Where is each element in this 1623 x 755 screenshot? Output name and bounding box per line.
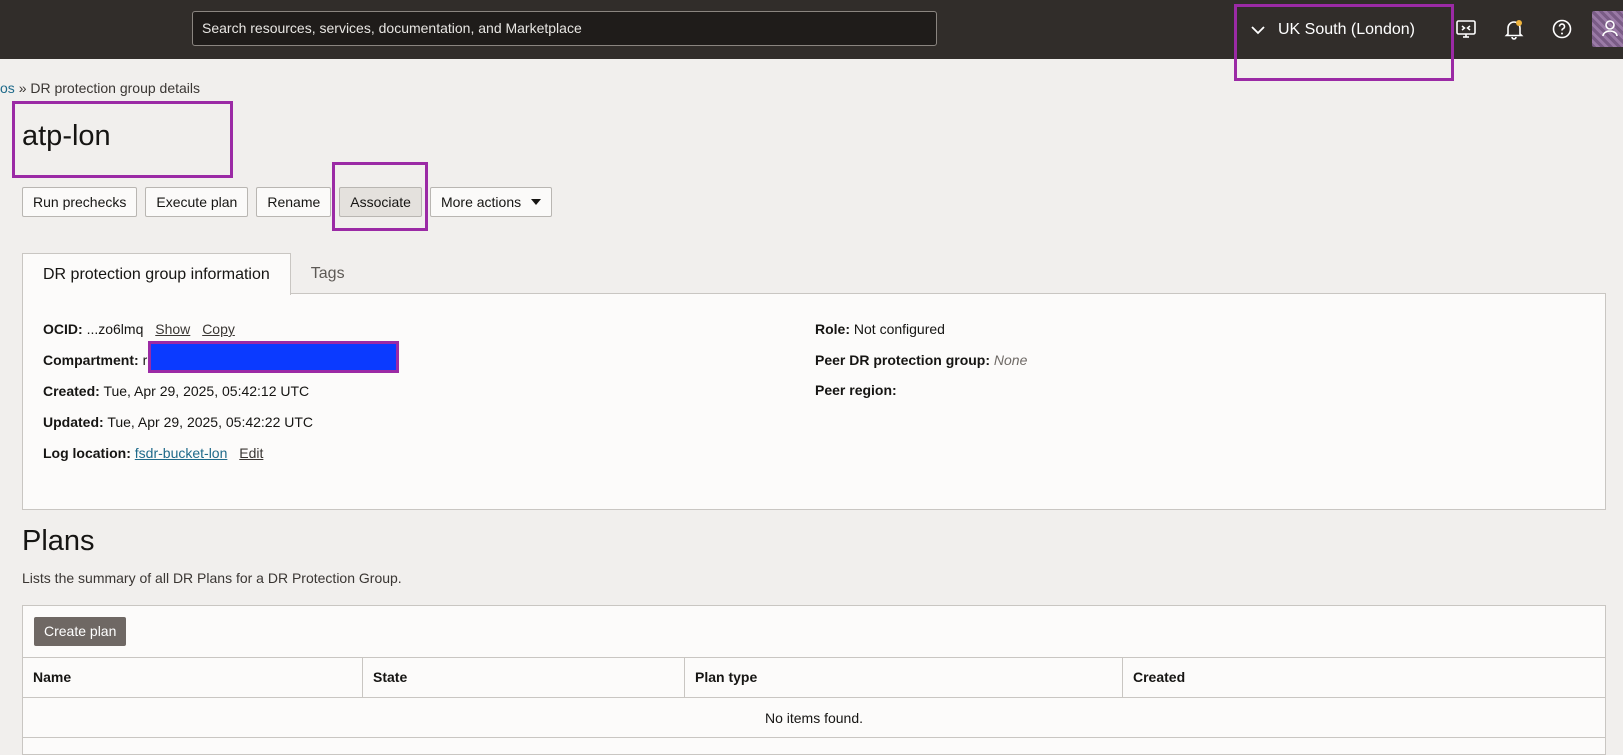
role-row: Role: Not configured <box>815 321 945 337</box>
cloud-shell-icon[interactable] <box>1455 18 1477 40</box>
ocid-row: OCID: ...zo6lmq Show Copy <box>43 321 235 337</box>
column-header-state[interactable]: State <box>363 658 685 697</box>
peer-group-label: Peer DR protection group: <box>815 352 991 368</box>
plans-heading: Plans <box>22 525 95 557</box>
breadcrumb-current: DR protection group details <box>30 80 201 96</box>
highlight-box-compartment <box>148 341 399 373</box>
tab-bar: DR protection group information Tags <box>22 253 365 295</box>
log-location-link[interactable]: fsdr-bucket-lon <box>135 445 228 461</box>
ocid-label: OCID: <box>43 321 83 337</box>
log-location-row: Log location: fsdr-bucket-lon Edit <box>43 445 263 461</box>
role-value: Not configured <box>853 321 945 337</box>
created-row: Created: Tue, Apr 29, 2025, 05:42:12 UTC <box>43 383 309 399</box>
updated-value: Tue, Apr 29, 2025, 05:42:22 UTC <box>107 414 314 430</box>
run-prechecks-button[interactable]: Run prechecks <box>22 187 138 217</box>
column-header-name[interactable]: Name <box>23 658 363 697</box>
plans-table-panel: Create plan Name State Plan type Created… <box>22 605 1606 755</box>
compartment-value[interactable]: r <box>143 352 148 368</box>
peer-region-label: Peer region: <box>815 382 897 398</box>
ocid-copy-link[interactable]: Copy <box>202 321 235 337</box>
user-icon <box>1602 20 1618 37</box>
compartment-row: Compartment: r <box>43 352 147 368</box>
peer-region-row: Peer region: <box>815 382 897 398</box>
plans-table-header: Name State Plan type Created <box>23 657 1605 698</box>
highlight-box-associate <box>332 162 428 231</box>
create-plan-button[interactable]: Create plan <box>34 617 127 646</box>
column-header-plan-type[interactable]: Plan type <box>685 658 1123 697</box>
tab-dr-protection-group-information[interactable]: DR protection group information <box>22 253 291 295</box>
created-value: Tue, Apr 29, 2025, 05:42:12 UTC <box>103 383 310 399</box>
peer-group-row: Peer DR protection group: None <box>815 352 1027 368</box>
breadcrumb-separator: » <box>18 80 27 96</box>
execute-plan-button[interactable]: Execute plan <box>145 187 249 217</box>
highlight-box-title <box>12 101 233 178</box>
caret-down-icon <box>531 199 542 205</box>
user-avatar-icon[interactable] <box>1592 11 1623 47</box>
log-location-edit-link[interactable]: Edit <box>239 445 263 461</box>
breadcrumb: os » DR protection group details <box>0 80 200 96</box>
search-input[interactable]: Search resources, services, documentatio… <box>192 11 937 46</box>
tab-tags[interactable]: Tags <box>291 253 365 294</box>
ocid-value: ...zo6lmq <box>86 321 144 337</box>
rename-button[interactable]: Rename <box>256 187 332 217</box>
plans-description: Lists the summary of all DR Plans for a … <box>22 570 402 586</box>
info-panel <box>22 293 1606 510</box>
bell-icon[interactable] <box>1503 18 1525 40</box>
peer-group-value: None <box>993 352 1028 368</box>
more-actions-label: More actions <box>440 194 522 210</box>
help-icon[interactable] <box>1551 18 1573 40</box>
compartment-label: Compartment: <box>43 352 139 368</box>
log-location-label: Log location: <box>43 445 131 461</box>
role-label: Role: <box>815 321 850 337</box>
ocid-show-link[interactable]: Show <box>155 321 190 337</box>
more-actions-button[interactable]: More actions <box>429 187 553 217</box>
updated-row: Updated: Tue, Apr 29, 2025, 05:42:22 UTC <box>43 414 313 430</box>
updated-label: Updated: <box>43 414 104 430</box>
highlight-box-region <box>1234 4 1454 81</box>
created-label: Created: <box>43 383 100 399</box>
empty-table-message: No items found. <box>23 698 1605 738</box>
action-toolbar: Run prechecks Execute plan Rename Associ… <box>22 187 553 217</box>
breadcrumb-prev-link[interactable]: os <box>0 80 15 96</box>
column-header-created[interactable]: Created <box>1123 658 1605 697</box>
